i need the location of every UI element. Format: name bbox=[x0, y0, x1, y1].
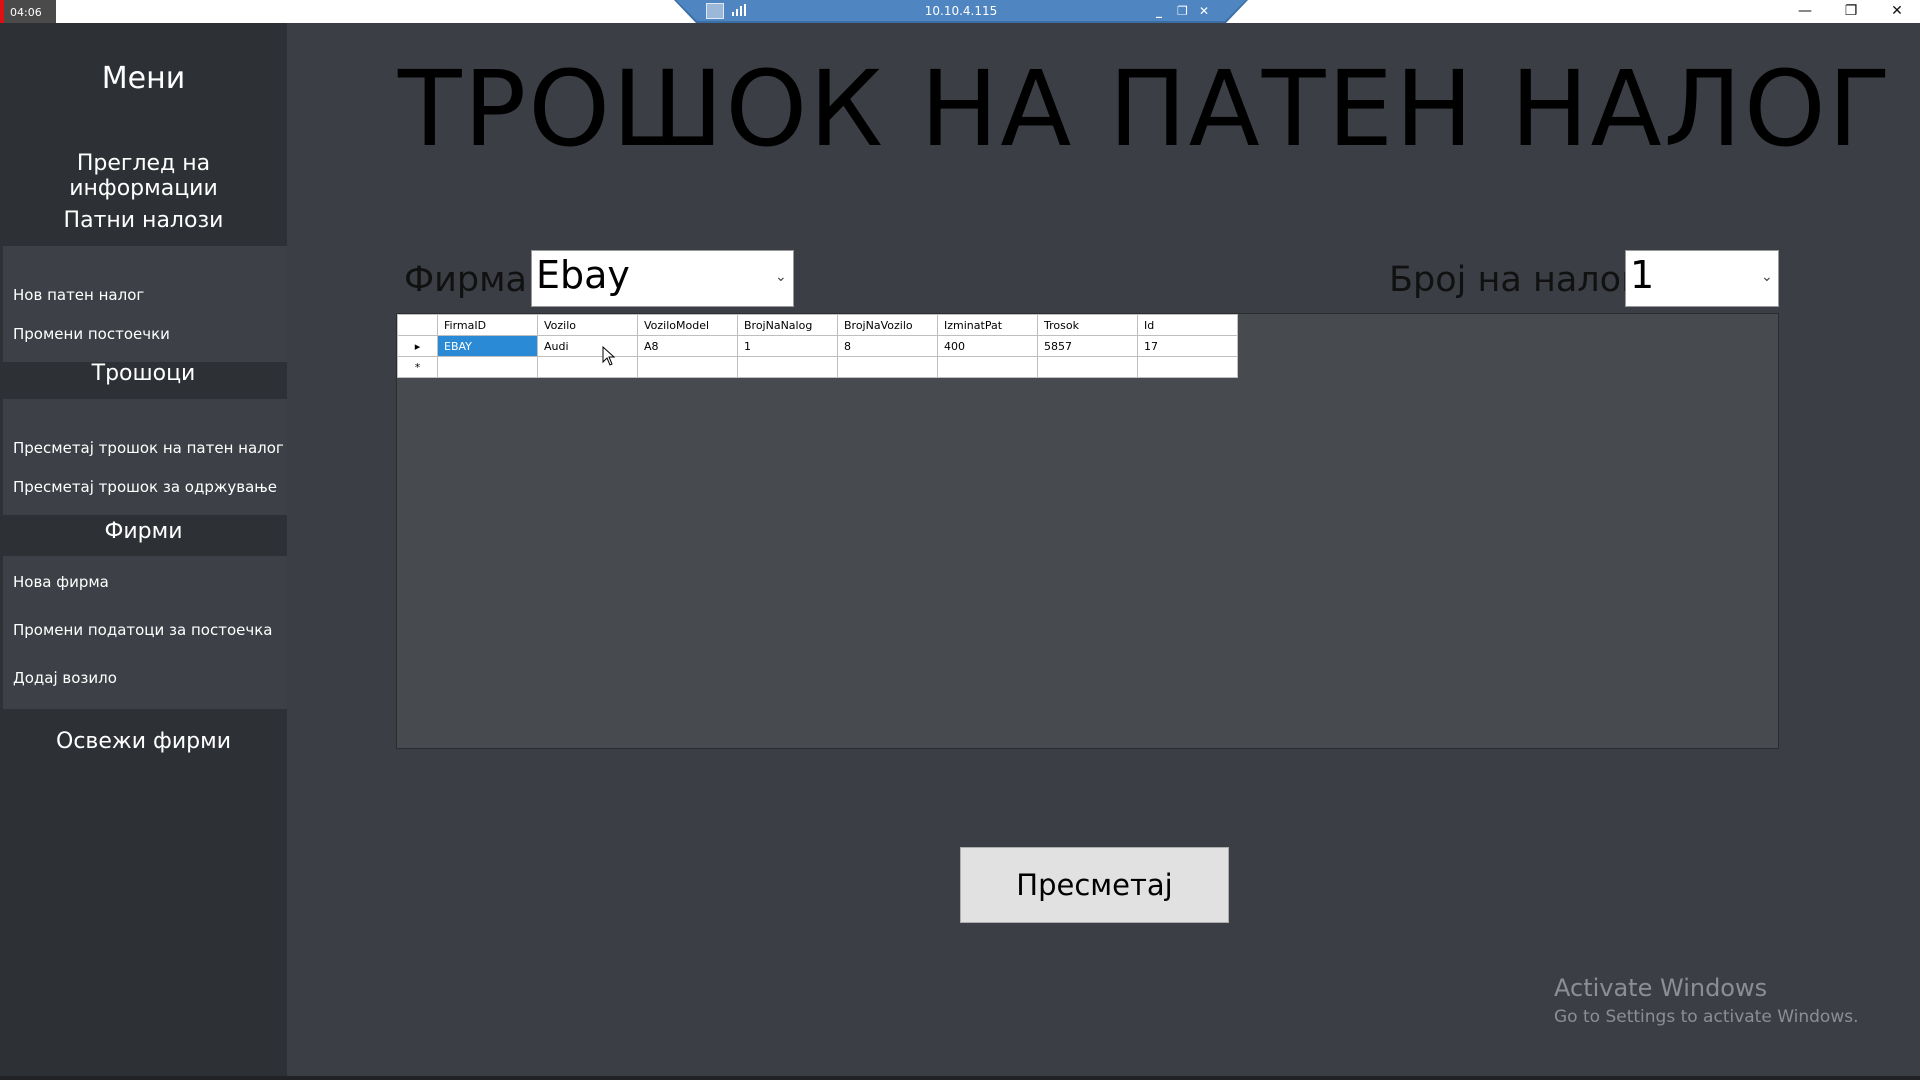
new-row[interactable]: * bbox=[397, 356, 1238, 378]
sidebar-heading-travel-orders[interactable]: Патни налози bbox=[0, 208, 287, 233]
row-header-new[interactable]: * bbox=[397, 356, 438, 378]
sidebar-item-edit-company[interactable]: Промени податоци за постоечка bbox=[13, 621, 272, 639]
column-header-firmaid[interactable]: FirmaID bbox=[437, 314, 538, 336]
new-row-cell[interactable] bbox=[1037, 356, 1138, 378]
chevron-down-icon[interactable]: ⌄ bbox=[775, 269, 787, 285]
app-root: 04:06 10.10.4.115 _ ❐ ✕ — ❐ ✕ Мени Прегл… bbox=[0, 0, 1920, 1080]
grid-cell-id[interactable]: 17 bbox=[1137, 335, 1238, 357]
order-number-combobox[interactable]: 1 ⌄ bbox=[1625, 250, 1779, 307]
new-row-cell[interactable] bbox=[737, 356, 838, 378]
sidebar-item-add-vehicle[interactable]: Додај возило bbox=[13, 669, 117, 687]
grid-cell-brojnanalog[interactable]: 1 bbox=[737, 335, 838, 357]
row-header-current[interactable]: ▸ bbox=[397, 335, 438, 357]
grid-header-row: FirmaID Vozilo VoziloModel BrojNaNalog B… bbox=[397, 314, 1238, 336]
window-controls: — ❐ ✕ bbox=[1782, 0, 1920, 23]
sidebar-item-new-company[interactable]: Нова фирма bbox=[13, 573, 109, 591]
column-header-vozilomodel[interactable]: VoziloModel bbox=[637, 314, 738, 336]
column-header-brojnanalog[interactable]: BrojNaNalog bbox=[737, 314, 838, 336]
data-grid-panel: FirmaID Vozilo VoziloModel BrojNaNalog B… bbox=[396, 313, 1779, 749]
close-button[interactable]: ✕ bbox=[1874, 0, 1920, 23]
rdp-connection-bar: 10.10.4.115 _ ❐ ✕ bbox=[674, 0, 1248, 23]
rdp-restore-button[interactable]: ❐ bbox=[1177, 0, 1188, 23]
company-combobox-value: Ebay bbox=[536, 253, 630, 297]
sidebar-group-travel-orders: Нов патен налог Промени постоечки bbox=[3, 246, 287, 362]
activate-windows-subtitle: Go to Settings to activate Windows. bbox=[1554, 1007, 1859, 1027]
order-number-label: Број на налог bbox=[1389, 260, 1640, 300]
company-combobox[interactable]: Ebay ⌄ bbox=[531, 250, 794, 307]
new-row-cell[interactable] bbox=[837, 356, 938, 378]
chevron-down-icon[interactable]: ⌄ bbox=[1761, 269, 1773, 285]
grid-cell-firmaid[interactable]: EBAY bbox=[437, 335, 538, 357]
clock-text: 04:06 bbox=[10, 6, 42, 19]
sidebar-item-calc-maintenance-cost[interactable]: Пресметај трошок за одржување bbox=[13, 478, 277, 496]
sidebar-item-refresh-companies[interactable]: Освежи фирми bbox=[0, 729, 287, 754]
column-header-izminatpat[interactable]: IzminatPat bbox=[937, 314, 1038, 336]
grid-cell-izminatpat[interactable]: 400 bbox=[937, 335, 1038, 357]
restore-button[interactable]: ❐ bbox=[1828, 0, 1874, 23]
grid-cell-vozilomodel[interactable]: A8 bbox=[637, 335, 738, 357]
sidebar-heading-costs[interactable]: Трошоци bbox=[0, 361, 287, 386]
bottom-edge bbox=[0, 1076, 1920, 1080]
data-grid[interactable]: FirmaID Vozilo VoziloModel BrojNaNalog B… bbox=[397, 314, 1238, 378]
activate-windows-title: Activate Windows bbox=[1554, 974, 1768, 1002]
grid-cell-vozilo[interactable]: Audi bbox=[537, 335, 638, 357]
order-number-value: 1 bbox=[1630, 253, 1655, 297]
column-header-vozilo[interactable]: Vozilo bbox=[537, 314, 638, 336]
mouse-cursor-icon bbox=[602, 345, 616, 366]
table-row[interactable]: ▸ EBAY Audi A8 1 8 400 5857 17 bbox=[397, 335, 1238, 357]
sidebar-item-calc-order-cost[interactable]: Пресметај трошок на патен налог bbox=[13, 439, 284, 457]
sidebar-title: Мени bbox=[101, 61, 186, 96]
rdp-close-button[interactable]: ✕ bbox=[1199, 0, 1209, 23]
window-titlebar: 04:06 10.10.4.115 _ ❐ ✕ — ❐ ✕ bbox=[0, 0, 1920, 26]
calculate-button[interactable]: Пресметај bbox=[960, 847, 1229, 923]
grid-cell-brojnavozilo[interactable]: 8 bbox=[837, 335, 938, 357]
column-header-id[interactable]: Id bbox=[1137, 314, 1238, 336]
sidebar-group-companies: Нова фирма Промени податоци за постоечка… bbox=[3, 556, 287, 709]
sidebar-heading-companies[interactable]: Фирми bbox=[0, 519, 287, 544]
sidebar-item-new-order[interactable]: Нов патен налог bbox=[13, 286, 144, 304]
company-label: Фирма bbox=[404, 260, 527, 300]
page-title: ТРОШОК НА ПАТЕН НАЛОГ bbox=[398, 48, 1894, 170]
minimize-button[interactable]: — bbox=[1782, 0, 1828, 23]
new-row-cell[interactable] bbox=[437, 356, 538, 378]
column-header-trosok[interactable]: Trosok bbox=[1037, 314, 1138, 336]
grid-cell-trosok[interactable]: 5857 bbox=[1037, 335, 1138, 357]
sidebar: Мени Преглед на информации Патни налози … bbox=[0, 23, 287, 1080]
new-row-cell[interactable] bbox=[937, 356, 1038, 378]
sidebar-group-costs: Пресметај трошок на патен налог Пресмета… bbox=[3, 399, 287, 515]
new-row-cell[interactable] bbox=[537, 356, 638, 378]
new-row-cell[interactable] bbox=[1137, 356, 1238, 378]
sidebar-item-edit-existing[interactable]: Промени постоечки bbox=[13, 325, 170, 343]
rdp-minimize-button[interactable]: _ bbox=[1156, 0, 1162, 23]
column-header-brojnavozilo[interactable]: BrojNaVozilo bbox=[837, 314, 938, 336]
new-row-cell[interactable] bbox=[637, 356, 738, 378]
sidebar-item-overview[interactable]: Преглед на информации bbox=[0, 151, 287, 201]
grid-corner-header[interactable] bbox=[397, 314, 438, 336]
